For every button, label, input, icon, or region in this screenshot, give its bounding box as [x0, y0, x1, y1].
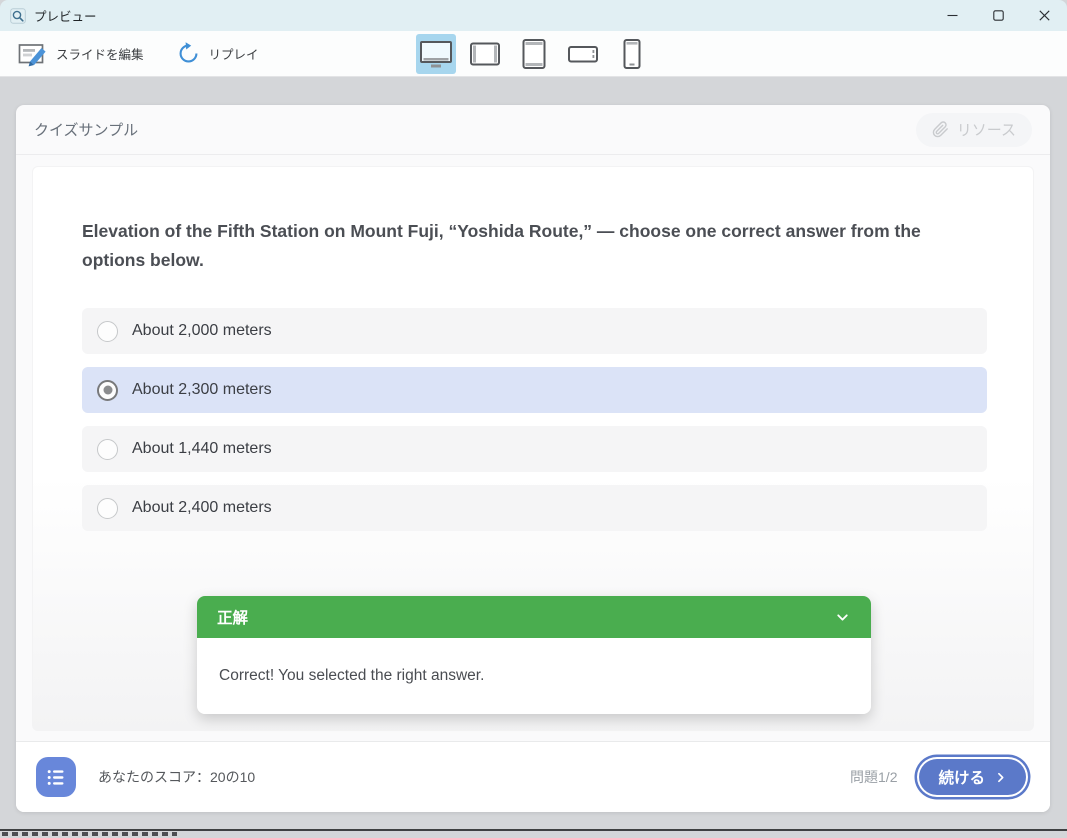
replay-label: リプレイ — [209, 44, 259, 63]
question-text: Elevation of the Fifth Station on Mount … — [82, 217, 967, 275]
replay-button[interactable]: リプレイ — [170, 37, 265, 70]
device-phone-landscape-button[interactable] — [563, 34, 603, 74]
continue-button[interactable]: 続ける — [919, 759, 1026, 795]
maximize-button[interactable] — [975, 0, 1021, 31]
device-phone-portrait-button[interactable] — [612, 34, 652, 74]
window-controls — [929, 0, 1067, 31]
answer-option-label: About 2,300 meters — [132, 381, 272, 399]
phone-landscape-icon — [566, 39, 600, 69]
minimize-button[interactable] — [929, 0, 975, 31]
list-icon — [46, 767, 67, 788]
feedback-title: 正解 — [217, 606, 248, 628]
background-window-text — [2, 832, 177, 836]
question-counter: 問題1/2 — [850, 767, 897, 787]
close-icon — [1039, 10, 1050, 21]
maximize-icon — [993, 10, 1004, 21]
feedback-panel: 正解 Correct! You selected the right answe… — [197, 596, 871, 714]
radio-icon[interactable] — [97, 439, 118, 460]
radio-icon[interactable] — [97, 498, 118, 519]
device-tablet-landscape-button[interactable] — [465, 34, 505, 74]
resources-button[interactable]: リソース — [916, 113, 1032, 147]
device-tablet-portrait-button[interactable] — [514, 34, 554, 74]
feedback-header[interactable]: 正解 — [197, 596, 871, 638]
answer-option[interactable]: About 2,300 meters — [82, 367, 987, 413]
resources-label: リソース — [957, 119, 1016, 140]
quiz-card-header: クイズサンプル リソース — [16, 105, 1050, 155]
title-bar: プレビュー — [0, 0, 1067, 31]
minimize-icon — [947, 10, 958, 21]
desktop-icon — [419, 39, 453, 69]
device-preview-switcher — [416, 34, 652, 74]
window-title: プレビュー — [34, 6, 97, 25]
quiz-footer: あなたのスコア：20の10 問題1/2 続ける — [16, 741, 1050, 812]
slide-content: Elevation of the Fifth Station on Mount … — [32, 166, 1034, 731]
edit-slide-label: スライドを編集 — [56, 44, 144, 63]
chevron-right-icon — [994, 771, 1007, 784]
answer-option[interactable]: About 2,000 meters — [82, 308, 987, 354]
quiz-card: クイズサンプル リソース Elevation of the Fifth Stat… — [16, 105, 1050, 812]
phone-portrait-icon — [615, 38, 649, 70]
quiz-title: クイズサンプル — [34, 119, 138, 140]
chevron-down-icon[interactable] — [834, 609, 851, 626]
feedback-body: Correct! You selected the right answer. — [197, 638, 871, 714]
score-label: あなたのスコア：20の10 — [98, 767, 255, 787]
feedback-message: Correct! You selected the right answer. — [219, 667, 484, 685]
preview-app-icon — [10, 8, 26, 24]
continue-label: 続ける — [938, 766, 985, 788]
preview-window: プレビュー スライドを編集 — [0, 0, 1067, 838]
answer-option[interactable]: About 2,400 meters — [82, 485, 987, 531]
paperclip-icon — [932, 121, 949, 138]
answer-option-label: About 2,000 meters — [132, 322, 272, 340]
answer-option-label: About 2,400 meters — [132, 499, 272, 517]
tablet-portrait-icon — [517, 38, 551, 70]
radio-icon[interactable] — [97, 380, 118, 401]
tablet-landscape-icon — [468, 39, 502, 69]
answer-option-label: About 1,440 meters — [132, 440, 272, 458]
answer-option[interactable]: About 1,440 meters — [82, 426, 987, 472]
edit-slide-button[interactable]: スライドを編集 — [12, 37, 150, 71]
answer-options: About 2,000 meters About 2,300 meters Ab… — [82, 308, 987, 544]
radio-icon[interactable] — [97, 321, 118, 342]
close-button[interactable] — [1021, 0, 1067, 31]
score-summary-button[interactable] — [36, 757, 76, 797]
background-window-edge — [0, 829, 1067, 831]
device-desktop-button[interactable] — [416, 34, 456, 74]
edit-slide-icon — [18, 41, 48, 67]
replay-icon — [176, 41, 201, 66]
toolbar: スライドを編集 リプレイ — [0, 31, 1067, 77]
